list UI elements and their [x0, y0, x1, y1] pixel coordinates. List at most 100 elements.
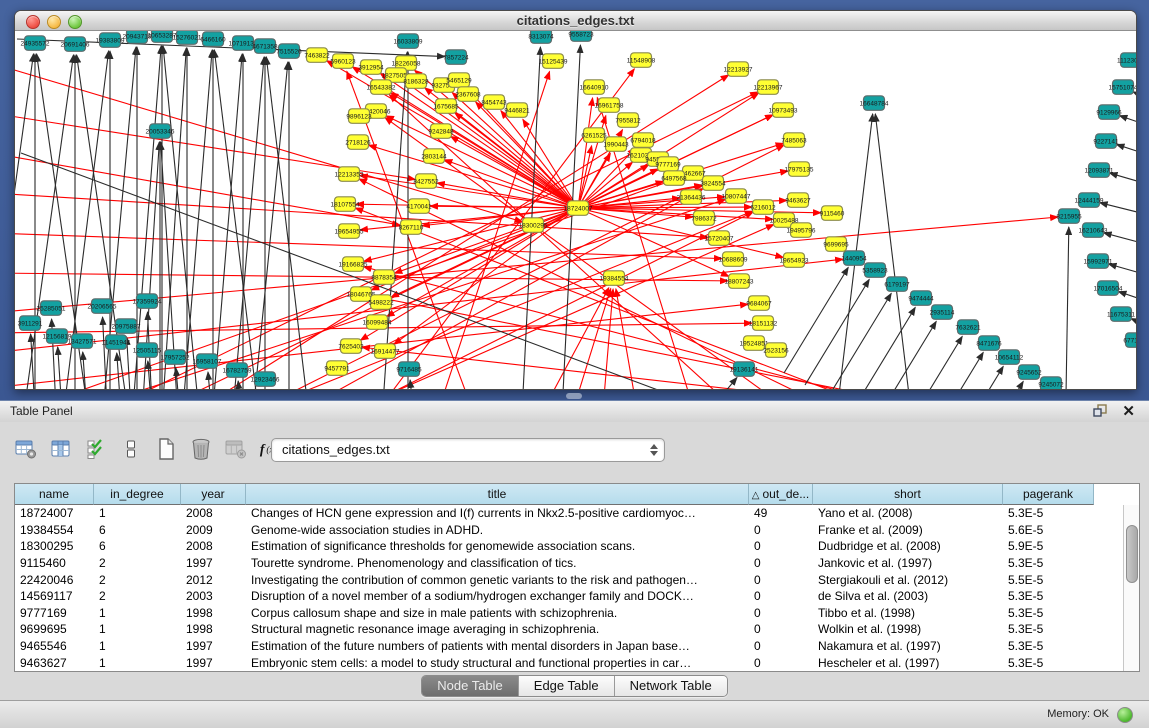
yellow-node[interactable]: 16543382 [367, 80, 396, 95]
yellow-node[interactable]: 5498222 [368, 295, 394, 310]
yellow-node[interactable]: 9684067 [746, 296, 772, 311]
table-row[interactable]: 969969511998Structural magnetic resonanc… [15, 621, 1139, 638]
yellow-node[interactable]: 1990443 [603, 137, 629, 152]
table-vertical-scrollbar[interactable] [1123, 505, 1139, 671]
table-row[interactable]: 946362711997Embryonic stem cells: a mode… [15, 654, 1139, 671]
tab-edge-table[interactable]: Edge Table [519, 676, 615, 696]
yellow-node[interactable]: 10973493 [769, 103, 798, 118]
yellow-node[interactable]: 3824554 [700, 176, 726, 191]
yellow-node[interactable]: 19384554 [600, 271, 629, 286]
teal-node[interactable]: 5358923 [862, 263, 888, 278]
table-selector[interactable]: citations_edges.txt [271, 438, 665, 462]
yellow-node[interactable]: 16914477 [371, 344, 400, 359]
teal-node[interactable]: 6771012 [1123, 333, 1136, 348]
close-panel-icon[interactable]: ✕ [1122, 402, 1135, 420]
table-row[interactable]: 2242004622012Investigating the contribut… [15, 571, 1139, 588]
yellow-node[interactable]: 9115460 [820, 206, 845, 221]
teal-node[interactable]: 2935114 [930, 305, 955, 320]
yellow-node[interactable]: 9242848 [428, 124, 454, 139]
unselect-all-icon[interactable] [119, 437, 143, 461]
teal-node[interactable]: 20975887 [112, 319, 141, 334]
teal-node[interactable]: 16782759 [223, 363, 252, 378]
yellow-node[interactable]: 9699695 [823, 237, 849, 252]
teal-node[interactable]: 16033809 [394, 34, 423, 49]
teal-node[interactable]: 15276021 [173, 31, 202, 44]
tab-network-table[interactable]: Network Table [615, 676, 727, 696]
teal-node[interactable]: 11123041 [1117, 53, 1136, 68]
yellow-node[interactable]: 6216012 [750, 200, 776, 215]
tab-node-table[interactable]: Node Table [422, 676, 519, 696]
teal-node[interactable]: 16210643 [1079, 223, 1108, 238]
column-header-short[interactable]: short [813, 484, 1003, 505]
teal-node[interactable]: 8215955 [1056, 209, 1082, 224]
yellow-node[interactable]: 12213967 [754, 80, 783, 95]
teal-node[interactable]: 12505115 [133, 343, 162, 358]
show-columns-icon[interactable] [49, 437, 73, 461]
yellow-node[interactable]: 4170041 [406, 199, 432, 214]
table-row[interactable]: 1938455462009Genome-wide association stu… [15, 522, 1139, 539]
teal-node[interactable]: 16958107 [193, 354, 222, 369]
yellow-node[interactable]: 12213927 [724, 62, 753, 77]
teal-node[interactable]: 25285051 [37, 301, 66, 316]
teal-node[interactable]: 16648784 [860, 96, 889, 111]
teal-node[interactable]: 20691406 [61, 37, 90, 52]
yellow-node[interactable]: 11548908 [627, 53, 656, 68]
yellow-node[interactable]: 10688609 [719, 252, 748, 266]
yellow-node[interactable]: 9896123 [346, 109, 372, 124]
teal-node[interactable]: 9716485 [396, 362, 422, 377]
yellow-node[interactable]: 19654923 [780, 253, 809, 267]
teal-node[interactable]: 12093871 [1085, 163, 1114, 178]
yellow-node[interactable]: 16099484 [363, 315, 392, 330]
teal-node[interactable]: 11451944 [102, 335, 131, 350]
yellow-node[interactable]: 9463627 [785, 193, 811, 208]
column-header-title[interactable]: title [246, 484, 749, 505]
yellow-node[interactable]: 16640910 [580, 80, 609, 95]
yellow-node[interactable]: 6794018 [630, 133, 656, 148]
yellow-node[interactable]: 7986372 [691, 211, 717, 226]
teal-node[interactable]: 19136141 [730, 362, 759, 377]
yellow-node[interactable]: 9446821 [504, 103, 530, 118]
column-header-in_degree[interactable]: in_degree [94, 484, 181, 505]
teal-node[interactable]: 24935572 [21, 36, 50, 51]
table-row[interactable]: 1872400712008Changes of HCN gene express… [15, 505, 1139, 522]
new-document-icon[interactable] [154, 437, 178, 461]
teal-node[interactable]: 9474444 [908, 291, 934, 306]
teal-node[interactable]: 7515526 [276, 44, 302, 59]
table-row[interactable]: 946554611997Estimation of the future num… [15, 638, 1139, 655]
teal-node[interactable]: 9129966 [1096, 105, 1122, 120]
teal-node[interactable]: 7857224 [443, 50, 469, 65]
teal-node[interactable]: 4671358 [252, 39, 278, 54]
yellow-node[interactable]: 6261525 [581, 128, 607, 143]
teal-node[interactable]: 1440954 [841, 251, 867, 265]
teal-node[interactable]: 19383809 [96, 33, 125, 48]
teal-node[interactable]: 3911291 [18, 316, 43, 331]
yellow-node[interactable]: 12213353 [335, 167, 364, 182]
yellow-node[interactable]: 17975135 [785, 162, 814, 177]
yellow-node[interactable]: 8427552 [413, 174, 439, 189]
splitter-grip[interactable] [566, 393, 582, 399]
yellow-node[interactable]: 18807243 [725, 274, 754, 289]
yellow-node[interactable]: 16961758 [595, 98, 624, 113]
yellow-node[interactable]: 1675685 [433, 99, 459, 114]
yellow-node[interactable]: 15720407 [705, 231, 734, 246]
yellow-node[interactable]: 19495796 [787, 223, 816, 238]
yellow-node[interactable]: 18300295 [519, 218, 548, 233]
float-panel-icon[interactable] [1093, 404, 1109, 418]
teal-node[interactable]: 13427571 [68, 334, 97, 349]
teal-node[interactable]: 9558723 [568, 31, 594, 41]
memory-status-led[interactable] [1117, 707, 1133, 723]
teal-node[interactable]: 15751074 [1109, 80, 1136, 95]
table-row[interactable]: 1830029562008Estimation of significance … [15, 538, 1139, 555]
yellow-node[interactable]: 21364436 [677, 190, 706, 205]
teal-node[interactable]: 10654112 [995, 350, 1024, 365]
teal-node[interactable]: 17359924 [133, 294, 162, 309]
yellow-node[interactable]: 5465129 [446, 73, 472, 88]
table-row[interactable]: 977716911998Corpus callosum shape and si… [15, 605, 1139, 622]
yellow-node[interactable]: 8186328 [403, 74, 429, 89]
column-header-year[interactable]: year [181, 484, 246, 505]
teal-node[interactable]: 17957252 [161, 350, 190, 365]
scrollbar-thumb[interactable] [1126, 525, 1138, 583]
yellow-node[interactable]: 3912954 [358, 60, 384, 75]
teal-node[interactable]: 7632621 [955, 320, 981, 335]
yellow-node[interactable]: 2367608 [455, 87, 481, 102]
